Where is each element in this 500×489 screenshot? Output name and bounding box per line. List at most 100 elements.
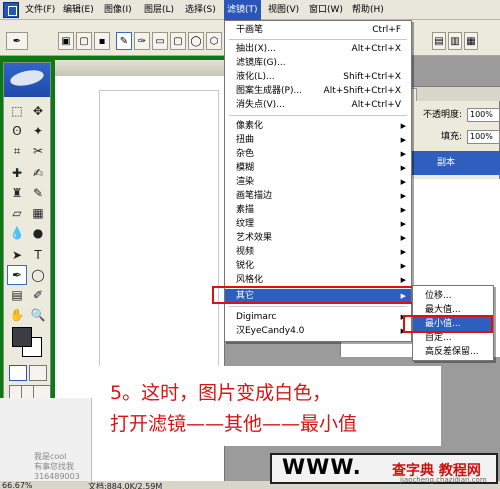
submenu-arrow-icon: ▶ — [400, 234, 406, 242]
filter-brush-strokes-label: 画笔描边 — [236, 191, 273, 201]
eraser-tool-icon[interactable]: ▱ — [7, 203, 27, 223]
fill-pixels-icon[interactable]: ▪ — [94, 32, 110, 50]
standard-mode-button[interactable] — [9, 365, 27, 381]
pen-tool-option-icon[interactable]: ✎ — [116, 32, 132, 50]
path-selection-tool-icon[interactable]: ➤ — [7, 245, 27, 265]
tool-preset-picker[interactable]: ✒ — [6, 32, 28, 50]
filter-extract-shortcut: Alt+Ctrl+X — [351, 44, 401, 54]
type-tool-icon[interactable]: T — [28, 245, 48, 265]
menu-select[interactable]: 选择(S) — [182, 0, 219, 20]
gradient-tool-icon[interactable]: ▦ — [28, 203, 48, 223]
filter-vanishing-point-item[interactable]: 消失点(V)... Alt+Ctrl+V — [225, 98, 411, 112]
brushes-palette-icon[interactable]: ▤ — [432, 32, 446, 50]
blur-tool-icon[interactable]: 💧 — [7, 223, 27, 243]
brush-tool-icon[interactable]: ✍ — [28, 163, 48, 183]
lasso-tool-icon[interactable]: ʘ — [7, 121, 27, 141]
filter-gallery-item[interactable]: 滤镜库(G)... — [225, 56, 411, 70]
filter-last-item[interactable]: 干画笔 Ctrl+F — [225, 23, 411, 37]
filter-texture-label: 纹理 — [236, 219, 255, 229]
other-high-pass-item[interactable]: 高反差保留... — [413, 345, 493, 359]
filter-blur-label: 模糊 — [236, 163, 255, 173]
filter-brush-strokes-item[interactable]: 画笔描边 ▶ — [225, 189, 411, 203]
filter-liquify-item[interactable]: 液化(L)... Shift+Ctrl+X — [225, 70, 411, 84]
submenu-arrow-icon: ▶ — [400, 262, 406, 270]
filter-eyecandy-item[interactable]: 汉EyeCandy4.0 ▶ — [225, 324, 411, 338]
other-offset-item[interactable]: 位移... — [413, 289, 493, 303]
filter-sketch-item[interactable]: 素描 ▶ — [225, 203, 411, 217]
opacity-input[interactable]: 100% — [467, 108, 500, 122]
presets-palette-icon[interactable]: ▥ — [448, 32, 462, 50]
fill-label: 填充: — [441, 132, 463, 142]
history-brush-tool-icon[interactable]: ✎ — [28, 183, 48, 203]
notes-tool-icon[interactable]: ▤ — [7, 285, 27, 305]
toolbox-header — [4, 63, 50, 97]
menu-window[interactable]: 窗口(W) — [306, 0, 346, 20]
eyedropper-tool-icon[interactable]: ✐ — [28, 285, 48, 305]
filter-sharpen-item[interactable]: 锐化 ▶ — [225, 259, 411, 273]
crop-tool-icon[interactable]: ⌗ — [7, 141, 27, 161]
site-logo: WWW. 查字典 教程网 jiaocheng.chazidian.com — [270, 453, 498, 484]
shape-tool-icon[interactable]: ◯ — [28, 265, 48, 285]
foreground-color-swatch[interactable] — [12, 327, 32, 347]
hand-tool-icon[interactable]: ✋ — [7, 305, 27, 325]
filter-stylize-item[interactable]: 风格化 ▶ — [225, 273, 411, 287]
filter-last-shortcut: Ctrl+F — [372, 25, 401, 35]
menu-file[interactable]: 文件(F) — [22, 0, 58, 20]
filter-texture-item[interactable]: 纹理 ▶ — [225, 217, 411, 231]
filter-stylize-label: 风格化 — [236, 275, 264, 285]
stamp-tool-icon[interactable]: ♜ — [7, 183, 27, 203]
menubar: 文件(F) 编辑(E) 图像(I) 图层(L) 选择(S) 滤镜(T) 视图(V… — [0, 0, 500, 20]
filter-sketch-label: 素描 — [236, 205, 255, 215]
menu-filter[interactable]: 滤镜(T) — [224, 0, 261, 20]
watermark-line-1: 我是cool — [34, 452, 67, 461]
menu-layer[interactable]: 图层(L) — [141, 0, 177, 20]
paths-icon[interactable]: ▢ — [76, 32, 92, 50]
submenu-arrow-icon: ▶ — [400, 122, 406, 130]
menu-edit[interactable]: 编辑(E) — [60, 0, 97, 20]
submenu-arrow-icon: ▶ — [400, 178, 406, 186]
filter-liquify-shortcut: Shift+Ctrl+X — [343, 72, 401, 82]
rounded-rectangle-icon[interactable]: ▢ — [170, 32, 186, 50]
comps-palette-icon[interactable]: ▦ — [464, 32, 478, 50]
freeform-pen-icon[interactable]: ✑ — [134, 32, 150, 50]
filter-video-item[interactable]: 视频 ▶ — [225, 245, 411, 259]
pen-tool-icon[interactable]: ✒ — [7, 265, 27, 285]
filter-extract-label: 抽出(X)... — [236, 44, 276, 54]
submenu-arrow-icon: ▶ — [400, 150, 406, 158]
polygon-shape-icon[interactable]: ⬡ — [206, 32, 222, 50]
filter-pixelate-item[interactable]: 像素化 ▶ — [225, 119, 411, 133]
filter-blur-item[interactable]: 模糊 ▶ — [225, 161, 411, 175]
filter-artistic-item[interactable]: 艺术效果 ▶ — [225, 231, 411, 245]
healing-brush-tool-icon[interactable]: ✚ — [7, 163, 27, 183]
author-watermark: 我是cool 有事您找我 316489003 — [0, 398, 92, 484]
menu-image[interactable]: 图像(I) — [101, 0, 135, 20]
filter-vanishing-point-shortcut: Alt+Ctrl+V — [351, 100, 401, 110]
minimum-item-annotation-box — [403, 315, 493, 333]
menu-view[interactable]: 视图(V) — [265, 0, 302, 20]
zoom-level[interactable]: 66.67% — [2, 481, 33, 489]
menu-help[interactable]: 帮助(H) — [349, 0, 387, 20]
site-logo-url: jiaocheng.chazidian.com — [400, 476, 487, 484]
move-tool-icon[interactable]: ✥ — [28, 101, 48, 121]
quick-mask-mode-button[interactable] — [29, 365, 47, 381]
marquee-tool-icon[interactable]: ⬚ — [7, 101, 27, 121]
other-custom-item[interactable]: 自定... — [413, 331, 493, 345]
caption-line-2: 打开滤镜——其他——最小值 — [110, 413, 358, 435]
filter-pattern-maker-item[interactable]: 图案生成器(P)... Alt+Shift+Ctrl+X — [225, 84, 411, 98]
filter-extract-item[interactable]: 抽出(X)... Alt+Ctrl+X — [225, 42, 411, 56]
shape-layers-icon[interactable]: ▣ — [58, 32, 74, 50]
filter-last-label: 干画笔 — [236, 25, 264, 35]
zoom-tool-icon[interactable]: 🔍 — [28, 305, 48, 325]
slice-tool-icon[interactable]: ✂ — [28, 141, 48, 161]
filter-render-label: 渲染 — [236, 177, 255, 187]
filter-render-item[interactable]: 渲染 ▶ — [225, 175, 411, 189]
filter-distort-item[interactable]: 扭曲 ▶ — [225, 133, 411, 147]
rectangle-shape-icon[interactable]: ▭ — [152, 32, 168, 50]
photoshop-app-icon[interactable] — [3, 2, 19, 18]
magic-wand-tool-icon[interactable]: ✦ — [28, 121, 48, 141]
filter-digimarc-item[interactable]: Digimarc ▶ — [225, 310, 411, 324]
dodge-tool-icon[interactable]: ● — [28, 223, 48, 243]
ellipse-shape-icon[interactable]: ◯ — [188, 32, 204, 50]
fill-input[interactable]: 100% — [467, 130, 500, 144]
filter-noise-item[interactable]: 杂色 ▶ — [225, 147, 411, 161]
